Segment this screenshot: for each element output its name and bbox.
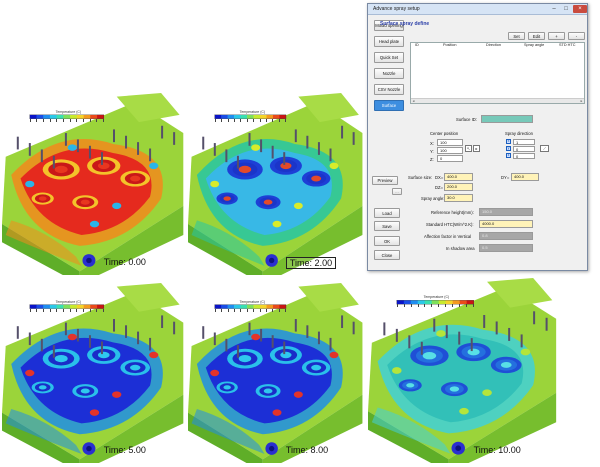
direction-y-radio-icon[interactable]: y (506, 146, 511, 151)
close-button[interactable]: Close (374, 250, 400, 260)
sim-panel-time-0: Temperature (C) Time: 0.00 (2, 93, 187, 275)
quick-set-button[interactable]: Quick Set (374, 52, 404, 63)
sim-panel-time-5: Temperature (C) Time: 5.00 (2, 283, 187, 463)
surface-id-label: Surface ID: (456, 117, 477, 122)
dy-field[interactable]: 400.0 (511, 173, 539, 181)
temperature-scale-label: Temperature (C) (55, 299, 82, 304)
surface-id-field[interactable] (481, 115, 533, 123)
direction-z-radio-icon[interactable]: z (506, 153, 511, 158)
table-horizontal-scrollbar[interactable]: ◂ ▸ (411, 98, 584, 103)
temperature-scale-ticks (396, 304, 474, 308)
add-button[interactable]: + (548, 32, 565, 40)
remove-button[interactable]: - (568, 32, 585, 40)
close-icon[interactable]: × (573, 5, 587, 13)
dx-field[interactable]: 400.0 (444, 173, 473, 181)
head-plate-button[interactable]: Head plate (374, 36, 404, 47)
sim-panel-time-2: Temperature (C) Time: 2.00 (188, 93, 366, 275)
temperature-scale-ticks (214, 118, 286, 122)
time-readout: Time: 8.00 (285, 445, 329, 455)
dx-label: DX= (435, 175, 444, 180)
ok-button[interactable]: OK (374, 236, 400, 246)
shadow-area-label: In shadow area (446, 246, 475, 251)
advance-spray-setup-dialog: Advance spray setup – □ × Mould opening … (367, 3, 588, 271)
temperature-scale-label: Temperature (C) (239, 299, 266, 304)
dy-label: DY= (501, 175, 510, 180)
shadow-area-field[interactable]: 0.5 (479, 244, 533, 252)
direction-z-field[interactable]: 0 (513, 153, 535, 159)
center-z-field[interactable]: 0 (437, 155, 463, 162)
minimize-icon[interactable]: – (549, 5, 559, 13)
surface-table[interactable]: ID Position Direction Spray angle STD HT… (410, 42, 585, 104)
preview-button[interactable]: Preview (372, 176, 398, 185)
set-button[interactable]: Set (508, 32, 525, 40)
affection-factor-field[interactable]: 0.8 (479, 232, 533, 240)
center-x-label: X: (430, 141, 434, 146)
column-header-position[interactable]: Position (443, 43, 457, 47)
temperature-scale-ticks (214, 308, 286, 312)
time-readout: Time: 5.00 (103, 445, 146, 455)
temperature-scale-label: Temperature (C) (423, 295, 450, 300)
standard-htc-label: Standard HTC(W/m^2.K): (426, 222, 474, 227)
center-x-field[interactable]: 100 (437, 139, 463, 146)
nozzle-button[interactable]: Nozzle (374, 68, 404, 79)
dz-label: DZ= (435, 185, 444, 190)
reference-height-label: Reference height(mm): (431, 210, 474, 215)
direction-x-field[interactable]: 1 (513, 139, 535, 145)
pick-direction-icon[interactable]: ▸ (473, 145, 480, 152)
sim-panel-time-8: Temperature (C) Time: 8.00 (188, 283, 366, 463)
spray-angle-field[interactable]: 30.0 (444, 194, 473, 202)
spray-direction-label: Spray direction (505, 131, 533, 136)
sim-panel-time-10: Temperature (C) Time: 10.00 (368, 278, 560, 463)
spray-vector-icon[interactable]: ⟋ (540, 145, 549, 152)
center-z-label: Z: (430, 157, 434, 162)
temperature-scale-label: Temperature (C) (55, 109, 82, 114)
edit-button[interactable]: Edit (528, 32, 545, 40)
center-y-label: Y: (430, 149, 434, 154)
spray-angle-label: Spray angle: (421, 196, 445, 201)
temperature-scale-ticks (29, 118, 104, 122)
column-header-id[interactable]: ID (415, 43, 419, 47)
surface-spray-define-title: Surface spray define (380, 21, 430, 27)
scroll-right-icon[interactable]: ▸ (579, 99, 584, 103)
column-header-spray-angle[interactable]: Spray angle (524, 43, 544, 47)
time-readout: Time: 2.00 (285, 256, 337, 269)
column-header-direction[interactable]: Direction (486, 43, 501, 47)
dz-field[interactable]: 200.0 (444, 183, 473, 191)
scroll-left-icon[interactable]: ◂ (411, 99, 416, 103)
center-y-field[interactable]: 100 (437, 147, 463, 154)
direction-y-field[interactable]: 0 (513, 146, 535, 152)
standard-htc-field[interactable]: 4000.0 (479, 220, 533, 228)
temperature-scale-label: Temperature (C) (239, 109, 266, 114)
surface-size-label: Surface size: (408, 175, 433, 180)
load-button[interactable]: Load (374, 208, 400, 218)
more-options-button[interactable]: ... (392, 188, 402, 195)
temperature-scale-ticks (29, 308, 104, 312)
reference-height-field[interactable]: 150.0 (479, 208, 533, 216)
column-header-std-htc[interactable]: STD HTC (559, 43, 575, 47)
maximize-icon[interactable]: □ (561, 5, 571, 13)
affection-factor-label: Affection factor in Vertical (424, 234, 472, 239)
csv-nozzle-button[interactable]: CSV Nozzle (374, 84, 404, 95)
save-button[interactable]: Save (374, 221, 400, 231)
pick-point-icon[interactable]: ↖ (465, 145, 472, 152)
time-readout: Time: 0.00 (103, 256, 146, 267)
direction-x-radio-icon[interactable]: x (506, 139, 511, 144)
time-readout: Time: 10.00 (473, 444, 521, 455)
center-position-label: Center position (430, 131, 459, 136)
surface-button[interactable]: Surface (374, 100, 404, 111)
